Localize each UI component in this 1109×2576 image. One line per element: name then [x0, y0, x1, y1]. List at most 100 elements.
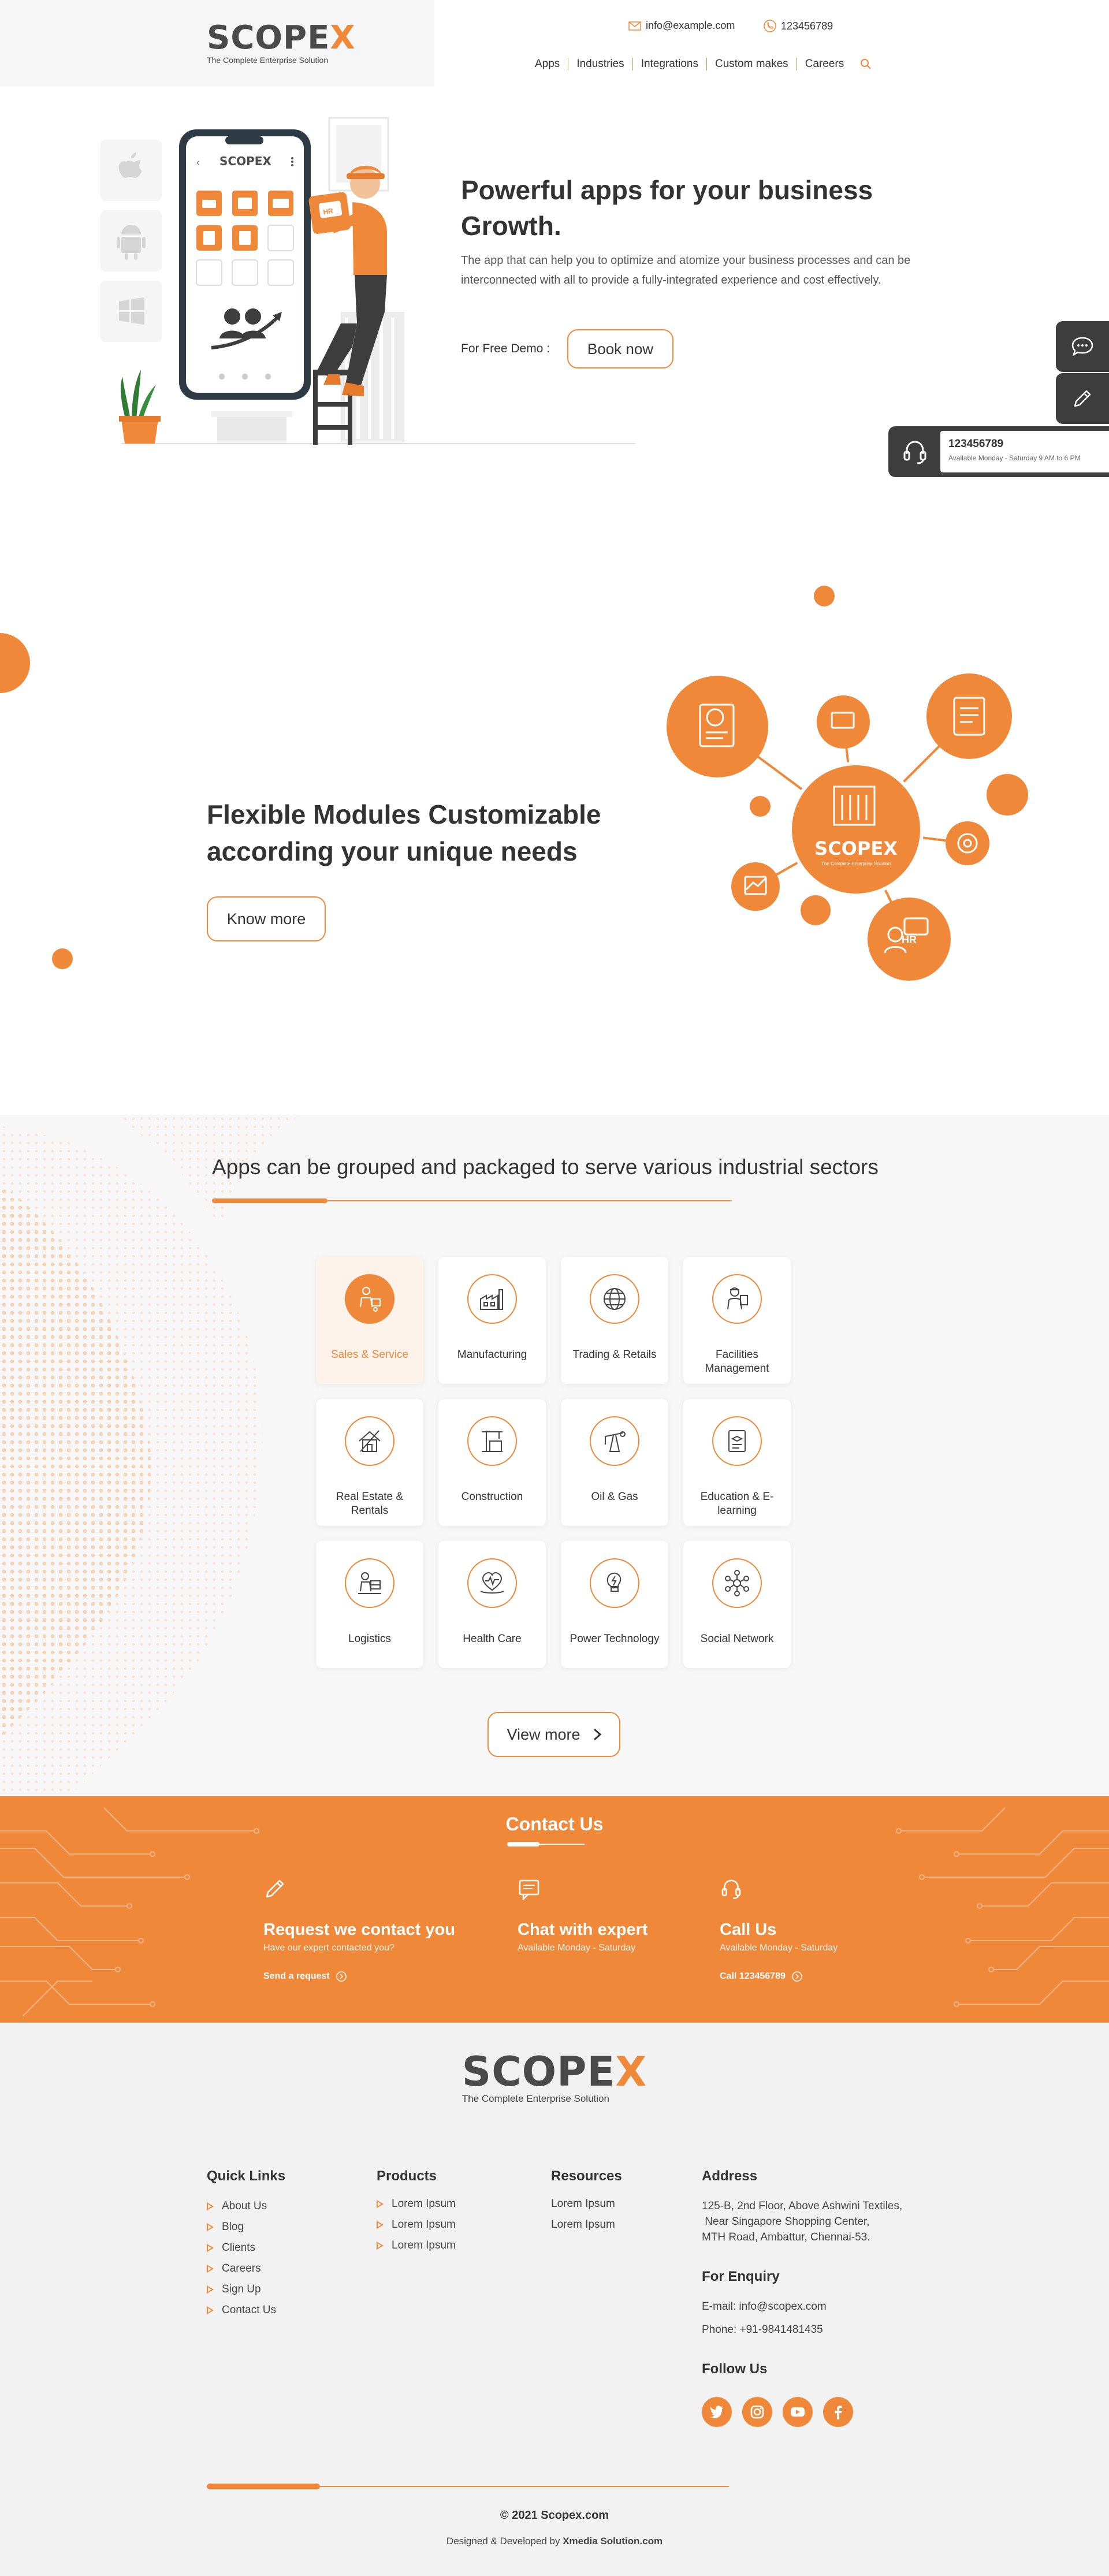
arrow-circle-icon	[336, 1971, 347, 1982]
call-link[interactable]: Call 123456789	[720, 1971, 838, 1982]
chat-bubble-icon	[1071, 337, 1093, 356]
contact-section: Contact Us Request we contact you Have o…	[0, 1796, 1109, 2023]
quick-link-blog[interactable]: Blog	[207, 2217, 276, 2238]
site-header: SCOPEX The Complete Enterprise Solution …	[0, 0, 1109, 87]
resources-title: Resources	[551, 2168, 622, 2184]
enquiry-title: For Enquiry	[702, 2269, 780, 2284]
product-link[interactable]: Lorem Ipsum	[377, 2235, 456, 2256]
header-phone[interactable]: 123456789	[764, 20, 833, 32]
nav-integrations[interactable]: Integrations	[633, 58, 707, 70]
industry-card-health-care[interactable]: Health Care	[438, 1541, 546, 1668]
nav-custom-makes[interactable]: Custom makes	[707, 58, 797, 70]
designed-by: Designed & Developed by Xmedia Solution.…	[446, 2536, 663, 2547]
modules-network-diagram: HR SCOPEX The Complete Enterprise Soluti…	[667, 673, 1028, 981]
youtube-button[interactable]	[783, 2397, 813, 2427]
industry-card-trading-retails[interactable]: Trading & Retails	[561, 1257, 668, 1384]
nav-careers[interactable]: Careers	[797, 58, 853, 70]
facility-worker-icon	[727, 1287, 748, 1310]
contact-chat-block[interactable]: Chat with expert Available Monday - Satu…	[518, 1877, 648, 1953]
quick-link-clients[interactable]: Clients	[207, 2238, 276, 2258]
arrow-icon	[207, 2202, 214, 2210]
industry-card-education[interactable]: Education & E-learning	[683, 1399, 791, 1526]
real-estate-icon	[359, 1430, 381, 1452]
twitter-button[interactable]	[702, 2397, 732, 2427]
industry-card-social-network[interactable]: Social Network	[683, 1541, 791, 1668]
nav-industries[interactable]: Industries	[568, 58, 633, 70]
health-care-icon	[480, 1572, 504, 1594]
industry-card-manufacturing[interactable]: Manufacturing	[438, 1257, 546, 1384]
facebook-button[interactable]	[823, 2397, 853, 2427]
call-widget-number: 123456789	[948, 438, 1004, 450]
request-subtext: Have our expert contacted you?	[263, 1943, 395, 1953]
industry-card-power-technology[interactable]: Power Technology	[561, 1541, 668, 1668]
quick-link-contact[interactable]: Contact Us	[207, 2300, 276, 2321]
industry-card-logistics[interactable]: Logistics	[316, 1541, 423, 1668]
footer-logo[interactable]: SCOPEX The Complete Enterprise Solution	[0, 2052, 1109, 2105]
resource-link[interactable]: Lorem Ipsum	[551, 2194, 615, 2214]
crane-icon	[482, 1431, 503, 1452]
arrow-icon	[207, 2244, 214, 2252]
enquiry-email[interactable]: E-mail: info@scopex.com	[702, 2299, 827, 2314]
chat-widget-button[interactable]	[1056, 321, 1109, 372]
quick-link-signup[interactable]: Sign Up	[207, 2279, 276, 2300]
oil-pump-icon	[605, 1431, 626, 1452]
hr-badge: HR	[902, 934, 917, 945]
hero-badge: HR	[323, 207, 334, 216]
hub-logo: SCOPEX	[814, 837, 898, 859]
product-link[interactable]: Lorem Ipsum	[377, 2214, 456, 2235]
industry-card-real-estate[interactable]: Real Estate & Rentals	[316, 1399, 423, 1526]
instagram-button[interactable]	[742, 2397, 772, 2427]
arrow-icon	[377, 2221, 384, 2229]
search-icon[interactable]	[860, 58, 872, 70]
quick-link-about[interactable]: About Us	[207, 2196, 276, 2217]
education-icon	[728, 1430, 746, 1452]
arrow-icon	[207, 2223, 214, 2231]
social-network-icon	[725, 1570, 749, 1596]
contact-title: Contact Us	[505, 1814, 604, 1834]
arrow-icon	[377, 2200, 384, 2208]
instagram-icon	[750, 2405, 764, 2419]
title-underline-thick	[212, 1198, 328, 1203]
quick-link-careers[interactable]: Careers	[207, 2258, 276, 2279]
view-more-button[interactable]: View more	[487, 1712, 620, 1757]
free-demo-label: For Free Demo :	[461, 342, 550, 355]
designer-link[interactable]: Xmedia Solution.com	[563, 2536, 663, 2547]
chat-document-icon	[519, 1879, 539, 1901]
header-email[interactable]: info@example.com	[628, 20, 735, 32]
main-nav: Apps Industries Integrations Custom make…	[527, 58, 872, 70]
write-widget-button[interactable]	[1056, 373, 1109, 424]
chat-heading: Chat with expert	[518, 1920, 648, 1939]
globe-trade-icon	[604, 1288, 626, 1310]
hero-title: Powerful apps for your business Growth.	[461, 175, 873, 241]
hub-tagline: The Complete Enterprise Solution	[821, 861, 891, 866]
contact-request-block: Request we contact you Have our expert c…	[263, 1877, 455, 1982]
factory-icon	[480, 1289, 503, 1310]
product-link[interactable]: Lorem Ipsum	[377, 2194, 456, 2214]
resource-link[interactable]: Lorem Ipsum	[551, 2214, 615, 2235]
call-widget[interactable]: 123456789 Available Monday - Saturday 9 …	[888, 426, 1109, 477]
chat-subtext: Available Monday - Saturday	[518, 1943, 636, 1953]
call-subtext: Available Monday - Saturday	[720, 1943, 838, 1953]
site-logo[interactable]: SCOPEX The Complete Enterprise Solution	[207, 22, 356, 65]
power-bulb-icon	[606, 1572, 622, 1592]
pencil-icon	[266, 1879, 284, 1898]
industries-title: Apps can be grouped and packaged to serv…	[212, 1155, 879, 1179]
address-title: Address	[702, 2168, 758, 2184]
nav-apps[interactable]: Apps	[527, 58, 569, 70]
arrow-icon	[207, 2265, 214, 2273]
industry-card-facilities-management[interactable]: Facilities Management	[683, 1257, 791, 1384]
enquiry-phone[interactable]: Phone: +91-9841481435	[702, 2322, 823, 2337]
resources-list: Lorem Ipsum Lorem Ipsum	[551, 2194, 615, 2235]
send-request-link[interactable]: Send a request	[263, 1971, 455, 1982]
know-more-button[interactable]: Know more	[207, 896, 326, 941]
industry-card-construction[interactable]: Construction	[438, 1399, 546, 1526]
headset-icon	[721, 1879, 741, 1899]
book-now-button[interactable]: Book now	[567, 329, 673, 368]
industry-card-sales-service[interactable]: Sales & Service	[316, 1257, 423, 1384]
call-heading: Call Us	[720, 1920, 777, 1939]
arrow-icon	[207, 2306, 214, 2314]
dot-wave-background	[0, 1115, 300, 1796]
industry-card-oil-gas[interactable]: Oil & Gas	[561, 1399, 668, 1526]
phone-logo: SCOPEX	[219, 154, 271, 168]
mail-icon	[628, 21, 641, 31]
